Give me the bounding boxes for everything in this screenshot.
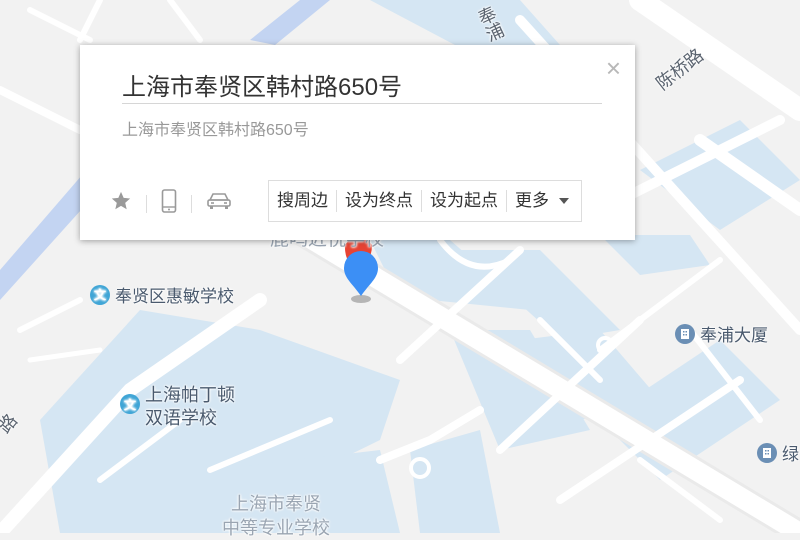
poi-label-line1: 上海帕丁顿 xyxy=(145,385,235,405)
building-icon xyxy=(757,442,777,463)
divider xyxy=(191,194,192,213)
poi-label: 奉贤区惠敏学校 xyxy=(115,287,234,306)
more-label: 更多 xyxy=(515,191,549,210)
poi-huimin-school[interactable]: 文 奉贤区惠敏学校 xyxy=(90,282,234,307)
poi-label: 奉浦大厦 xyxy=(700,326,768,345)
info-window: 上海市奉贤区韩村路650号 上海市奉贤区韩村路650号 × 搜周边 设为终点 设… xyxy=(80,45,635,240)
phone-icon[interactable] xyxy=(161,189,177,218)
poi-fengpu-tower[interactable]: 奉浦大厦 xyxy=(675,321,768,346)
building-icon xyxy=(675,323,695,344)
poi-right-edge[interactable]: 绿 xyxy=(757,440,799,465)
school-icon: 文 xyxy=(120,394,140,414)
action-buttons: 搜周边 设为终点 设为起点 更多 xyxy=(268,180,582,222)
poi-label-line2: 双语学校 xyxy=(145,408,217,428)
place-address: 上海市奉贤区韩村路650号 xyxy=(122,122,309,139)
poi-label-line1: 上海市奉贤 xyxy=(231,494,321,514)
car-icon[interactable] xyxy=(206,191,232,216)
divider xyxy=(146,194,147,213)
poi-padington-school[interactable]: 文 上海帕丁顿 双语学校 xyxy=(120,384,235,430)
star-icon[interactable] xyxy=(110,190,132,217)
quick-actions xyxy=(110,189,232,218)
close-icon[interactable]: × xyxy=(606,55,621,81)
poi-label: 绿 xyxy=(782,445,799,464)
search-nearby-button[interactable]: 搜周边 xyxy=(269,190,336,212)
school-icon: 文 xyxy=(90,284,110,305)
caret-down-icon xyxy=(559,198,569,204)
poi-label-line2: 中等专业学校 xyxy=(222,518,330,538)
title-divider xyxy=(122,103,602,104)
place-title: 上海市奉贤区韩村路650号 xyxy=(122,74,403,101)
set-destination-button[interactable]: 设为终点 xyxy=(336,190,421,212)
set-origin-button[interactable]: 设为起点 xyxy=(421,190,506,212)
more-dropdown[interactable]: 更多 xyxy=(506,190,581,212)
